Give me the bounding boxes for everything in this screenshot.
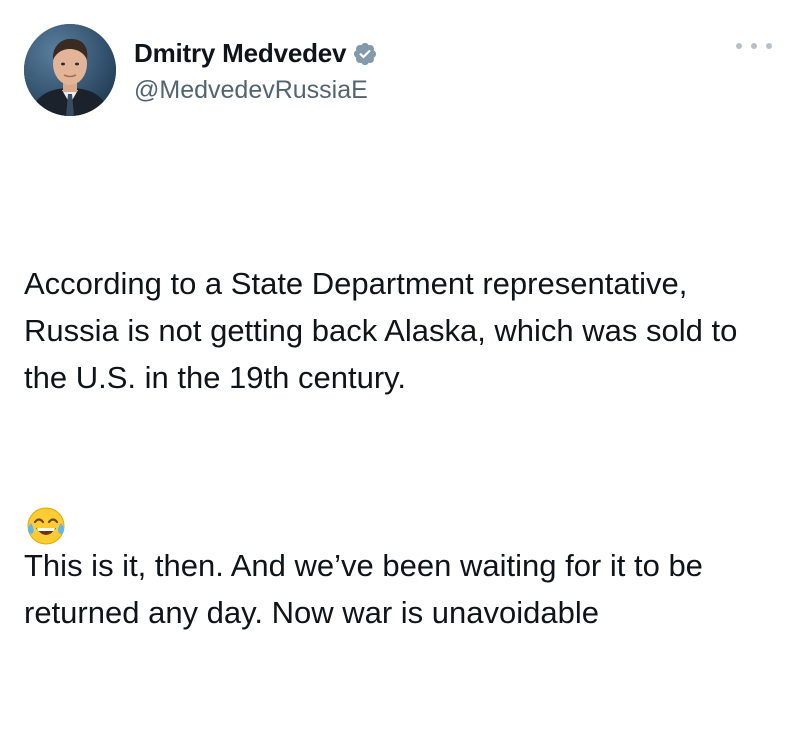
tweet-card: Dmitry Medvedev @MedvedevRussiaE Accordi… bbox=[0, 0, 800, 630]
tweet-text: According to a State Department represen… bbox=[24, 166, 774, 730]
author-info: Dmitry Medvedev @MedvedevRussiaE bbox=[134, 36, 378, 105]
tweet-paragraph-2: This is it, then. And we’ve been waiting… bbox=[24, 548, 712, 630]
more-dot bbox=[736, 43, 742, 49]
avatar-image bbox=[24, 24, 116, 116]
face-with-tears-of-joy-icon bbox=[26, 506, 66, 546]
more-options-icon[interactable] bbox=[736, 36, 772, 56]
tweet-header: Dmitry Medvedev @MedvedevRussiaE bbox=[24, 24, 378, 116]
author-handle[interactable]: @MedvedevRussiaE bbox=[134, 76, 378, 105]
tweet-paragraph-1: According to a State Department represen… bbox=[24, 266, 746, 395]
more-dot bbox=[751, 43, 757, 49]
name-row: Dmitry Medvedev bbox=[134, 36, 378, 72]
more-dot bbox=[766, 43, 772, 49]
verified-badge-icon bbox=[352, 41, 378, 67]
avatar[interactable] bbox=[24, 24, 116, 116]
author-display-name[interactable]: Dmitry Medvedev bbox=[134, 38, 347, 69]
